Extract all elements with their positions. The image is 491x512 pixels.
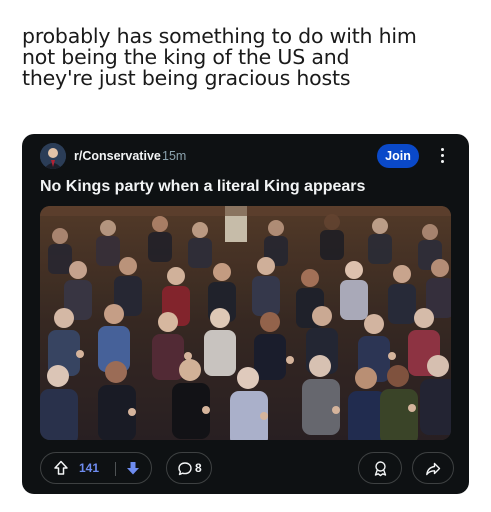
caption-line-1: probably has something to do with him [22,24,417,48]
award-button[interactable] [358,452,402,484]
speech-bubble-icon [177,461,193,481]
share-button[interactable] [412,452,454,484]
comment-button[interactable]: 8 [166,452,212,484]
three-dots-vertical-icon[interactable] [436,146,448,166]
subreddit-name[interactable]: r/Conservative [74,149,161,163]
post-image[interactable] [40,206,451,440]
caption-line-3: they're just being gracious hosts [22,66,351,90]
meme-caption: probably has something to do with him no… [22,26,472,89]
comment-count: 8 [195,461,202,475]
post-age: 15m [162,149,187,163]
subreddit-avatar[interactable] [40,143,66,169]
join-button[interactable]: Join [377,144,419,168]
vote-bar: 141 [40,452,152,484]
arrow-up-icon[interactable] [53,460,69,480]
arrow-down-icon[interactable] [125,460,141,480]
post-title[interactable]: No Kings party when a literal King appea… [40,178,365,196]
vote-divider [115,462,116,476]
caption-line-2: not being the king of the US and [22,45,350,69]
share-arrow-icon [425,461,441,481]
upvote-count: 141 [79,461,100,475]
award-icon [372,460,389,481]
reddit-post-card[interactable]: r/Conservative 15m Join No Kings party w… [22,134,469,494]
